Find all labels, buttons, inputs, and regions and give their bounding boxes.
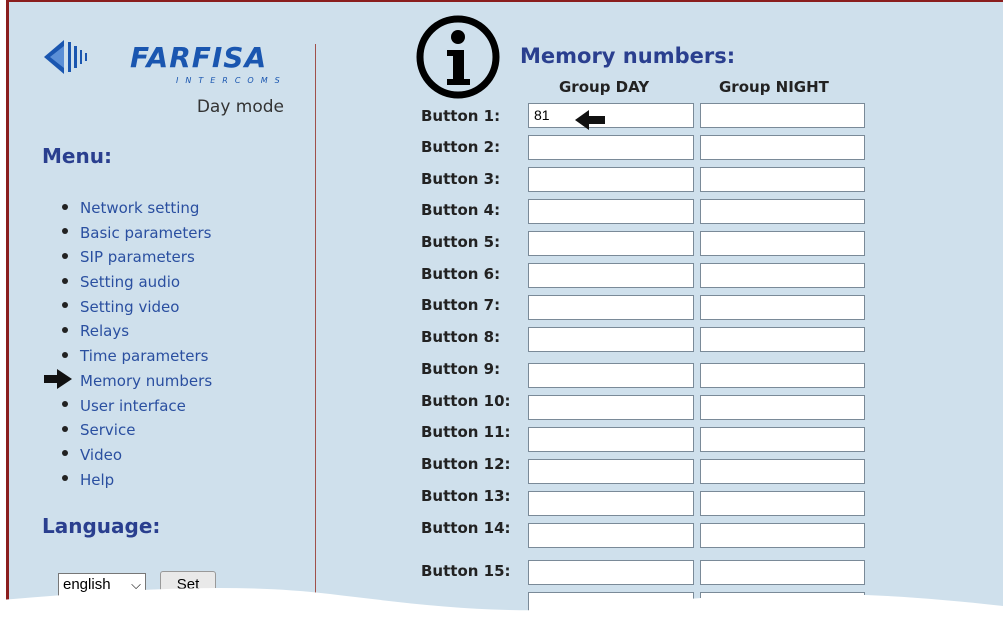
bullet	[62, 277, 68, 284]
day-number-field[interactable]	[528, 491, 694, 516]
day-number-field[interactable]	[528, 199, 694, 224]
menu-item-label[interactable]: Setting video	[80, 298, 179, 316]
farfisa-logo: FARFISA INTERCOMS	[44, 38, 306, 85]
menu-item-label[interactable]: SIP parameters	[80, 248, 195, 266]
night-number-field[interactable]	[700, 427, 865, 452]
menu-item-label[interactable]: Setting audio	[80, 273, 180, 291]
sidebar-divider	[315, 44, 316, 604]
night-number-field[interactable]	[700, 395, 865, 420]
mode-label: Day mode	[196, 97, 284, 117]
row-label: Button 1:	[421, 107, 501, 125]
day-number-field[interactable]	[528, 167, 694, 192]
bullet	[62, 401, 68, 407]
row-label: Button 12:	[421, 455, 511, 473]
menu-item-sip-parameters[interactable]: SIP parameters	[62, 245, 212, 270]
row-label: Button 5:	[421, 233, 501, 251]
day-number-field[interactable]	[528, 135, 694, 160]
menu-item-network-setting[interactable]: Network setting	[62, 196, 212, 221]
day-number-field[interactable]	[528, 427, 694, 452]
row-label: Button 9:	[421, 360, 501, 378]
menu-item-setting-video[interactable]: Setting video	[62, 295, 212, 320]
night-number-field[interactable]	[700, 491, 865, 516]
menu-item-memory-numbers[interactable]: Memory numbers	[62, 369, 212, 394]
night-number-field[interactable]	[700, 135, 865, 160]
night-number-field[interactable]	[700, 327, 865, 352]
row-label: Button 13:	[421, 487, 511, 505]
torn-paper-edge	[0, 587, 1003, 630]
brand-tagline: INTERCOMS	[176, 76, 287, 85]
language-title: Language:	[42, 514, 161, 538]
bullet	[62, 475, 68, 482]
day-number-field[interactable]	[528, 295, 694, 320]
row-label: Button 7:	[421, 296, 501, 314]
menu-item-label[interactable]: Help	[80, 471, 114, 489]
menu-list: Network setting Basic parameters SIP par…	[62, 196, 212, 492]
menu-item-service[interactable]: Service	[62, 418, 212, 443]
night-number-field[interactable]	[700, 459, 865, 484]
night-number-field[interactable]	[700, 363, 865, 388]
menu-item-label[interactable]: Network setting	[80, 199, 199, 217]
day-number-field[interactable]	[528, 263, 694, 288]
bullet	[62, 450, 68, 457]
day-number-field[interactable]	[528, 459, 694, 484]
menu-item-label[interactable]: User interface	[80, 397, 186, 415]
menu-item-label[interactable]: Relays	[80, 322, 129, 340]
bullet	[62, 326, 68, 333]
arrow-right-icon	[44, 369, 72, 393]
menu-item-user-interface[interactable]: User interface	[62, 394, 212, 419]
page-title: Memory numbers:	[520, 44, 736, 68]
night-number-field[interactable]	[700, 199, 865, 224]
night-number-field[interactable]	[700, 263, 865, 288]
arrow-left-icon	[575, 110, 605, 134]
day-number-field[interactable]	[528, 327, 694, 352]
day-number-field[interactable]: 81	[528, 103, 694, 128]
bullet	[62, 351, 68, 358]
menu-item-basic-parameters[interactable]: Basic parameters	[62, 221, 212, 246]
menu-item-setting-audio[interactable]: Setting audio	[62, 270, 212, 295]
row-label: Button 11:	[421, 423, 511, 441]
row-label: Button 4:	[421, 201, 501, 219]
row-label: Button 10:	[421, 392, 511, 410]
info-icon	[414, 13, 502, 105]
menu-title: Menu:	[42, 144, 112, 168]
brand-name: FARFISA	[130, 41, 268, 74]
day-number-field[interactable]	[528, 523, 694, 548]
menu-item-label[interactable]: Video	[80, 446, 122, 464]
farfisa-logo-mark	[44, 40, 87, 74]
menu-item-label[interactable]: Service	[80, 421, 135, 439]
bullet	[62, 302, 68, 309]
day-number-field[interactable]	[528, 395, 694, 420]
row-label: Button 8:	[421, 328, 501, 346]
row-label: Button 2:	[421, 138, 501, 156]
menu-item-relays[interactable]: Relays	[62, 319, 212, 344]
menu-item-label[interactable]: Basic parameters	[80, 224, 211, 242]
bullet	[62, 228, 68, 235]
menu-item-help[interactable]: Help	[62, 468, 212, 493]
menu-item-label[interactable]: Time parameters	[80, 347, 208, 365]
night-number-field[interactable]	[700, 167, 865, 192]
row-label: Button 3:	[421, 170, 501, 188]
bullet	[62, 425, 68, 432]
menu-item-video[interactable]: Video	[62, 443, 212, 468]
row-label: Button 6:	[421, 265, 501, 283]
menu-item-time-parameters[interactable]: Time parameters	[62, 344, 212, 369]
night-number-field[interactable]	[700, 523, 865, 548]
bullet	[62, 252, 68, 259]
menu-item-label[interactable]: Memory numbers	[80, 372, 212, 390]
column-header-night: Group NIGHT	[719, 78, 829, 96]
row-label: Button 14:	[421, 519, 511, 537]
bullet	[62, 203, 68, 210]
column-header-day: Group DAY	[559, 78, 650, 96]
night-number-field[interactable]	[700, 103, 865, 128]
day-number-field[interactable]	[528, 363, 694, 388]
day-number-field[interactable]	[528, 231, 694, 256]
night-number-field[interactable]	[700, 295, 865, 320]
night-number-field[interactable]	[700, 231, 865, 256]
